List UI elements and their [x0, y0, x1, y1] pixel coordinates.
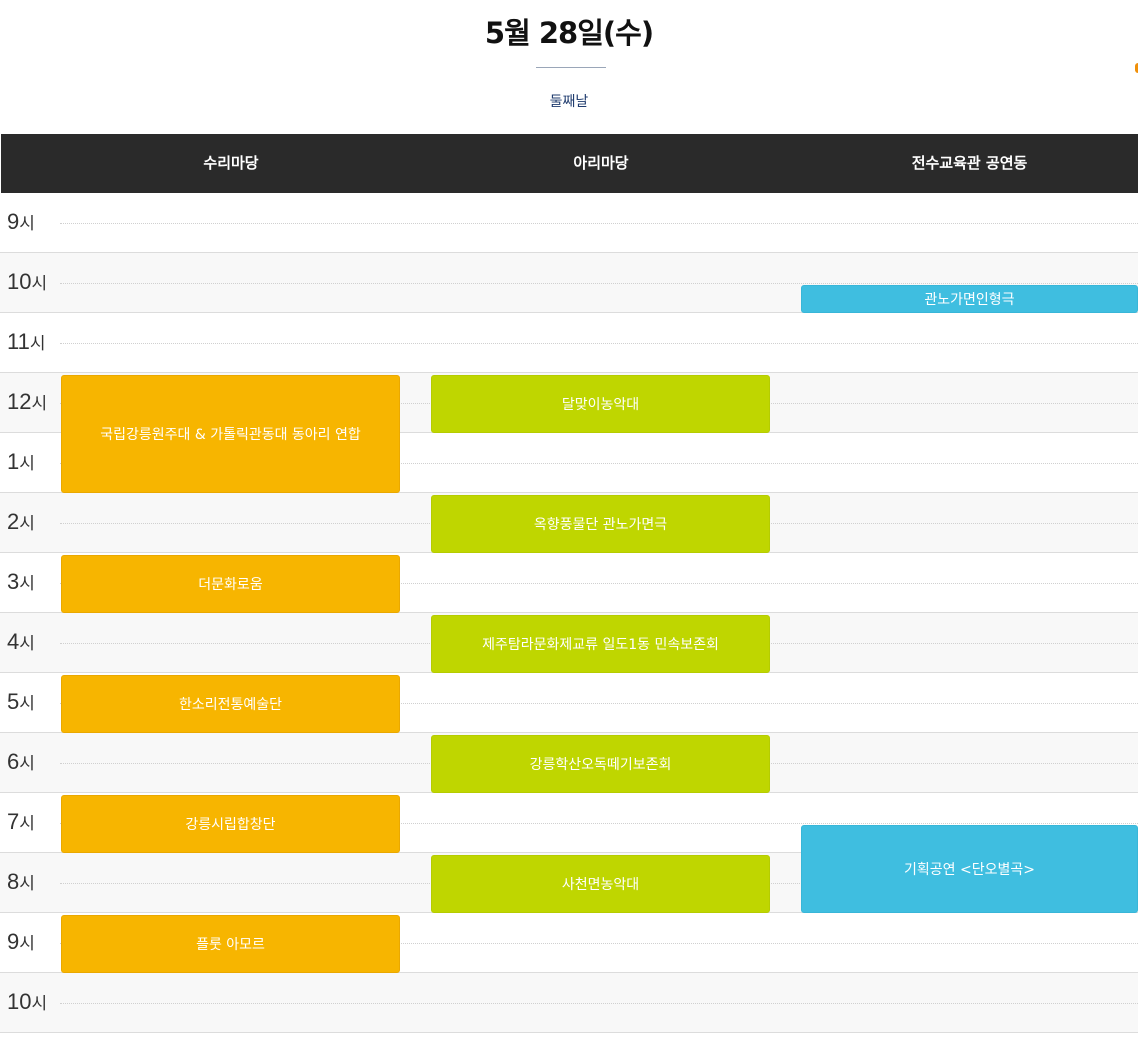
hour-label: 5시	[7, 689, 35, 715]
hour-suffix: 시	[29, 334, 46, 353]
event-title: 달맞이농악대	[561, 397, 640, 413]
half-hour-line	[60, 343, 1138, 344]
event-title: 더문화로움	[198, 577, 263, 593]
hour-suffix: 시	[19, 934, 35, 953]
hour-number: 2	[7, 509, 20, 534]
event-title: 강릉학산오독떼기보존회	[529, 757, 672, 773]
hour-suffix: 시	[31, 994, 48, 1013]
event-title: 국립강릉원주대 & 가톨릭관동대 동아리 연합	[100, 427, 361, 443]
event-block[interactable]: 국립강릉원주대 & 가톨릭관동대 동아리 연합	[61, 375, 400, 493]
event-title: 사천면농악대	[561, 877, 640, 893]
event-title: 제주탐라문화제교류 일도1동 민속보존회	[482, 637, 719, 653]
event-title: 강릉시립합창단	[185, 817, 276, 833]
hour-label: 4시	[7, 629, 35, 655]
half-hour-line	[60, 223, 1138, 224]
event-block[interactable]: 한소리전통예술단	[61, 675, 400, 733]
hour-number: 3	[7, 569, 20, 594]
hour-suffix: 시	[31, 394, 48, 413]
hour-suffix: 시	[19, 214, 35, 233]
hour-suffix: 시	[19, 514, 35, 533]
day-label: 둘째날	[549, 94, 589, 110]
hour-number: 10	[7, 269, 32, 294]
hour-number: 4	[7, 629, 20, 654]
venue-header-1: 수리마당	[203, 154, 259, 172]
event-title: 한소리전통예술단	[178, 697, 283, 713]
event-title: 옥향풍물단 관노가면극	[533, 517, 668, 533]
hour-number: 12	[7, 389, 32, 414]
event-title: 플룻 아모르	[196, 937, 265, 953]
hour-row: 9시	[0, 193, 1138, 253]
event-block[interactable]: 강릉학산오독떼기보존회	[431, 735, 770, 793]
hour-label: 3시	[7, 569, 35, 595]
hour-number: 7	[7, 809, 20, 834]
hour-label: 6시	[7, 749, 35, 775]
event-block[interactable]: 제주탐라문화제교류 일도1동 민속보존회	[431, 615, 770, 673]
hour-number: 8	[7, 869, 20, 894]
event-block[interactable]: 기획공연 <단오별곡>	[801, 825, 1138, 913]
date-title: 5월 28일(수)	[484, 16, 654, 50]
hour-suffix: 시	[19, 814, 35, 833]
event-block[interactable]: 강릉시립합창단	[61, 795, 400, 853]
event-title: 관노가면인형극	[924, 292, 1015, 308]
event-block[interactable]: 관노가면인형극	[801, 285, 1138, 313]
hour-suffix: 시	[19, 574, 35, 593]
event-block[interactable]: 플룻 아모르	[61, 915, 400, 973]
title-divider	[536, 67, 606, 68]
venue-header-bar: 수리마당 아리마당 전수교육관 공연동	[1, 134, 1138, 193]
venue-header-2: 아리마당	[573, 154, 629, 172]
hour-row: 11시	[0, 313, 1138, 373]
hour-suffix: 시	[19, 454, 35, 473]
hour-number: 9	[7, 209, 20, 234]
schedule-header: 5월 28일(수) 둘째날	[0, 0, 1138, 134]
hour-suffix: 시	[19, 694, 35, 713]
hour-label: 2시	[7, 509, 35, 535]
hour-suffix: 시	[19, 634, 35, 653]
venue-header-3: 전수교육관 공연동	[911, 154, 1028, 172]
event-block[interactable]: 사천면농악대	[431, 855, 770, 913]
event-block[interactable]: 달맞이농악대	[431, 375, 770, 433]
hour-label: 1시	[7, 449, 35, 475]
hour-label: 11시	[7, 329, 45, 355]
hour-label: 10시	[7, 989, 47, 1015]
half-hour-line	[60, 283, 1138, 284]
hour-number: 5	[7, 689, 20, 714]
timetable-grid: 9시 10시 11시 12시 1시 2시 3시 4시 5시 6시 7시 8시 9…	[0, 193, 1138, 1037]
hour-number: 9	[7, 929, 20, 954]
hour-row: 10시	[0, 973, 1138, 1033]
hour-label: 8시	[7, 869, 35, 895]
hour-label: 10시	[7, 269, 47, 295]
event-title: 기획공연 <단오별곡>	[904, 862, 1035, 878]
hour-label: 9시	[7, 929, 35, 955]
hour-suffix: 시	[19, 754, 35, 773]
hour-suffix: 시	[31, 274, 48, 293]
hour-suffix: 시	[19, 874, 35, 893]
half-hour-line	[60, 1003, 1138, 1004]
hour-label: 12시	[7, 389, 47, 415]
hour-label: 9시	[7, 209, 35, 235]
event-block[interactable]: 옥향풍물단 관노가면극	[431, 495, 770, 553]
hour-number: 11	[7, 329, 30, 354]
hour-number: 6	[7, 749, 20, 774]
hour-number: 1	[7, 449, 20, 474]
event-block[interactable]: 더문화로움	[61, 555, 400, 613]
hour-number: 10	[7, 989, 32, 1014]
hour-label: 7시	[7, 809, 35, 835]
